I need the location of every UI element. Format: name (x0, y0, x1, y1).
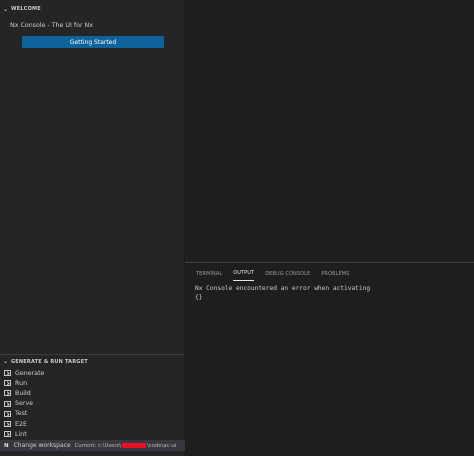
generate-run-section: ⌄ GENERATE & RUN TARGET Generate Run Bui… (0, 354, 185, 452)
output-line: Nx Console encountered an error when act… (195, 285, 371, 292)
redaction-mark (122, 442, 147, 448)
welcome-header-label: WELCOME (11, 6, 41, 12)
terminal-icon (4, 431, 11, 438)
task-label: Build (15, 389, 31, 397)
task-item-build[interactable]: Build (0, 388, 185, 398)
task-item-test[interactable]: Test (0, 409, 185, 419)
terminal-icon (4, 380, 11, 387)
output-log: Nx Console encountered an error when act… (185, 281, 474, 302)
generate-header-label: GENERATE & RUN TARGET (11, 358, 88, 365)
task-item-e2e[interactable]: E2E (0, 419, 185, 429)
chevron-down-icon: ⌄ (3, 5, 9, 13)
editor-area (185, 0, 474, 262)
welcome-section-header[interactable]: ⌄ WELCOME (0, 0, 184, 18)
tab-terminal[interactable]: TERMINAL (196, 269, 222, 281)
task-label: Generate (15, 369, 45, 377)
change-workspace-label: Change workspace (13, 442, 71, 450)
terminal-icon (4, 370, 11, 377)
chevron-down-icon: ⌄ (3, 358, 9, 365)
task-label: E2E (15, 420, 27, 428)
nx-icon: N (4, 442, 9, 449)
sidebar: ⌄ WELCOME Nx Console - The UI for Nx Get… (0, 0, 185, 456)
terminal-icon (4, 400, 11, 407)
task-label: Serve (15, 400, 34, 408)
task-list: Generate Run Build Serve Test E2E Lint (0, 368, 185, 439)
task-item-run[interactable]: Run (0, 378, 185, 388)
tab-problems[interactable]: PROBLEMS (321, 269, 349, 281)
getting-started-button[interactable]: Getting Started (22, 36, 164, 48)
change-workspace-item[interactable]: N Change workspace Current: c:\Users\ \co… (0, 440, 185, 452)
bottom-panel: TERMINAL OUTPUT DEBUG CONSOLE PROBLEMS N… (185, 262, 474, 456)
workspace-path-suffix: \code\ac-ui (147, 442, 177, 449)
generate-section-header[interactable]: ⌄ GENERATE & RUN TARGET (0, 355, 185, 368)
task-item-generate[interactable]: Generate (0, 368, 185, 378)
vscode-window: ⌄ WELCOME Nx Console - The UI for Nx Get… (0, 0, 474, 456)
tab-output[interactable]: OUTPUT (233, 268, 255, 281)
terminal-icon (4, 410, 11, 417)
task-label: Lint (15, 430, 27, 438)
tab-debug-console[interactable]: DEBUG CONSOLE (265, 269, 310, 281)
output-line: {} (195, 294, 203, 301)
task-item-serve[interactable]: Serve (0, 399, 185, 409)
welcome-subtitle: Nx Console - The UI for Nx (10, 22, 93, 29)
terminal-icon (4, 390, 11, 397)
current-workspace-path: Current: c:\Users\ \code\ac-ui (74, 442, 177, 449)
task-label: Test (15, 410, 28, 418)
task-item-lint[interactable]: Lint (0, 429, 185, 439)
terminal-icon (4, 421, 11, 428)
workspace-path-prefix: Current: c:\Users\ (74, 442, 122, 449)
task-label: Run (15, 379, 28, 387)
panel-tabs: TERMINAL OUTPUT DEBUG CONSOLE PROBLEMS (185, 263, 474, 281)
